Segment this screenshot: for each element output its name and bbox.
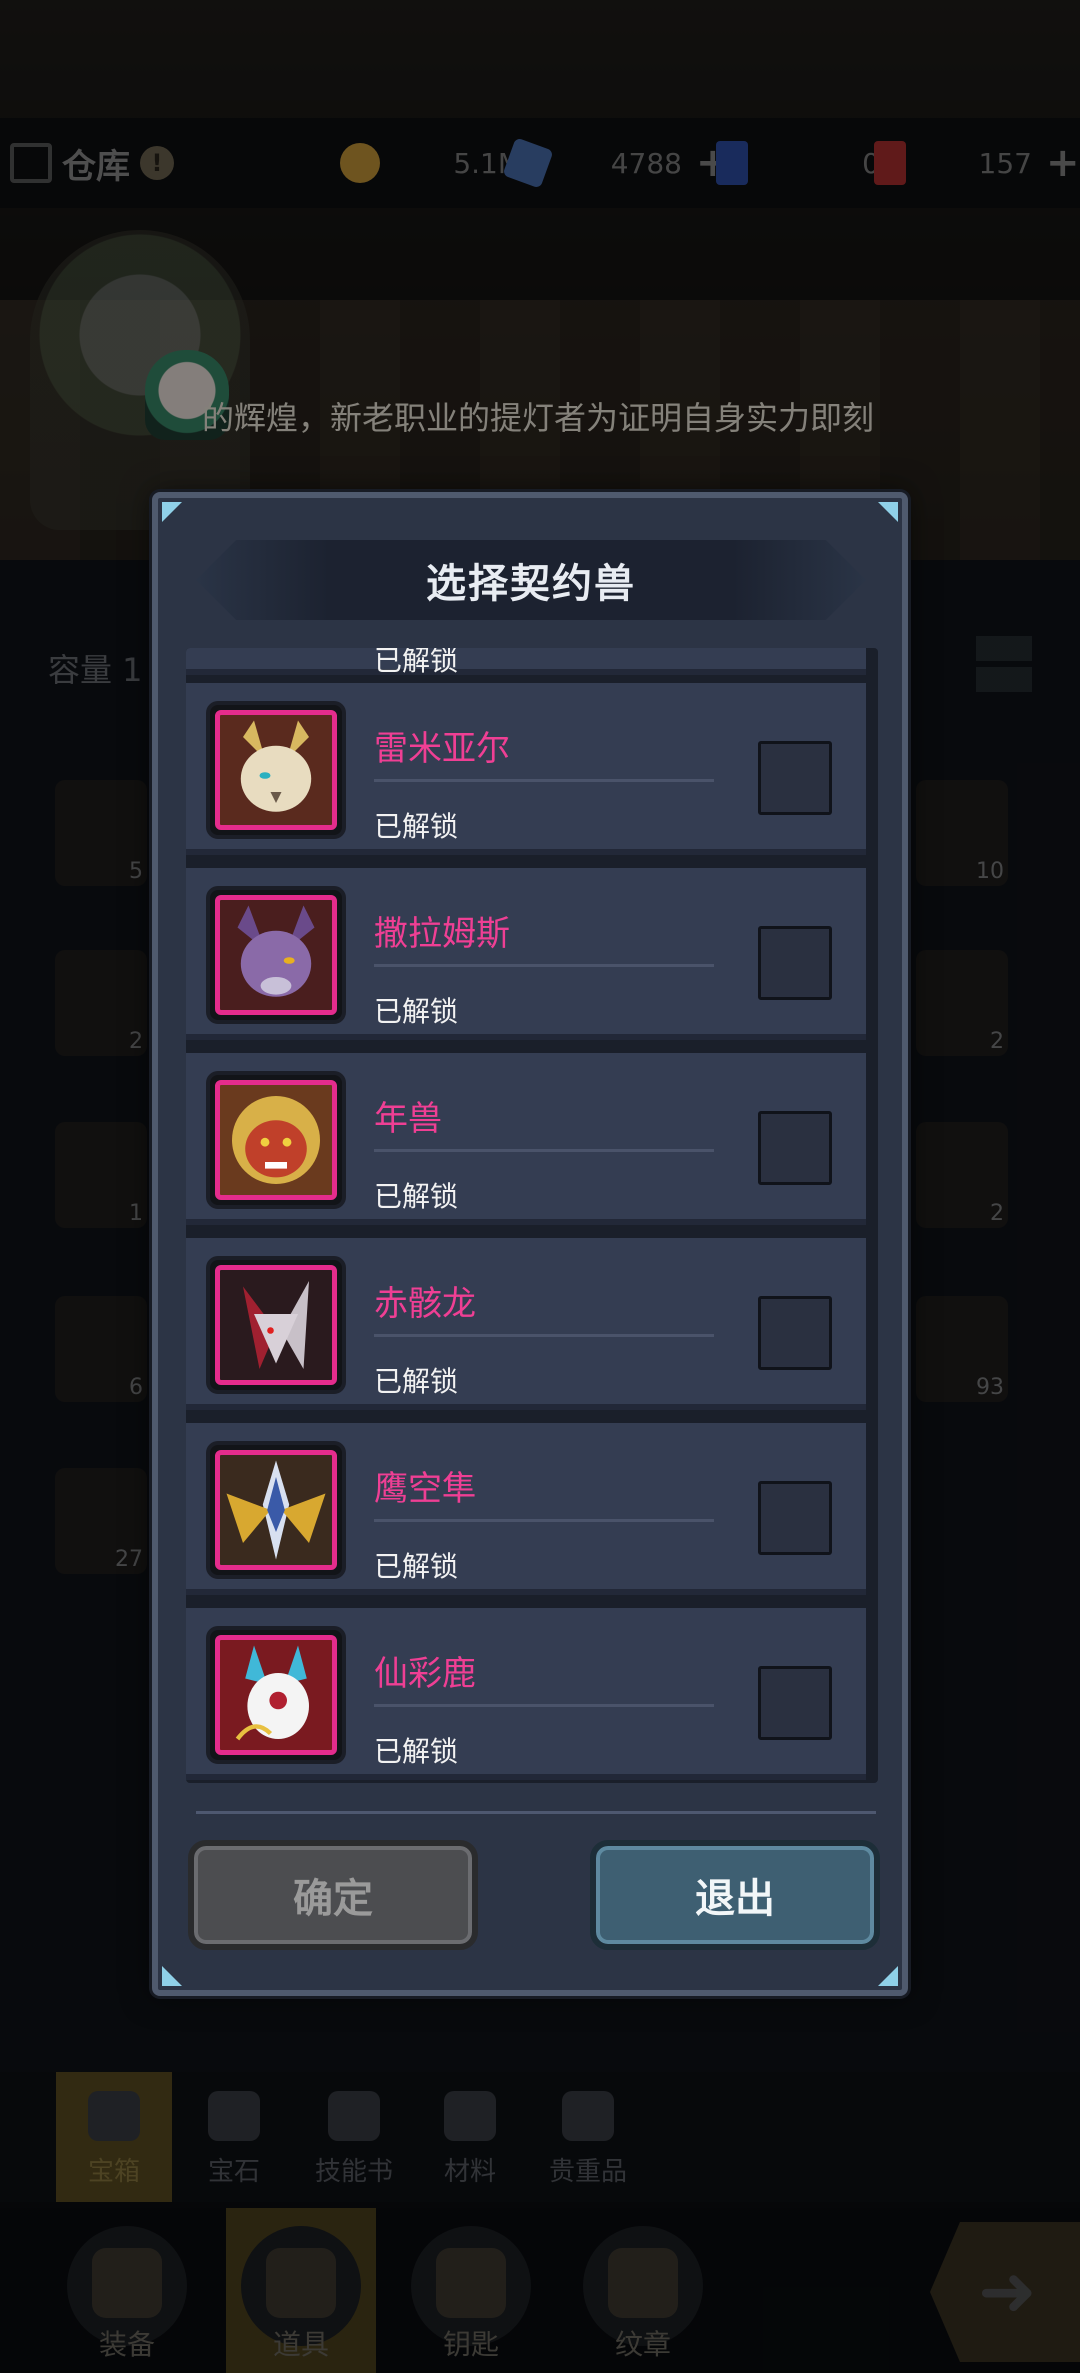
divider-line [374,1334,714,1337]
corner-ornament [878,1966,898,1986]
pet-avatar [206,886,346,1024]
pet-name: 仙彩鹿 [374,1654,476,1694]
divider-line [374,779,714,782]
corner-ornament [162,502,182,522]
pet-name: 鹰空隼 [374,1469,476,1509]
exit-button[interactable]: 退出 [590,1840,880,1950]
pet-status: 已解锁 [374,648,459,677]
pet-avatar [206,1071,346,1209]
pet-name: 年兽 [374,1099,442,1139]
purple-beast-icon [237,905,315,997]
select-checkbox[interactable] [758,1296,832,1370]
rainbow-deer-icon [235,1645,309,1741]
pet-avatar [206,1626,346,1764]
pet-avatar [206,1441,346,1579]
pet-status: 已解锁 [374,1180,459,1213]
pet-name: 雷米亚尔 [374,729,510,769]
sky-falcon-icon [226,1460,326,1560]
footer-divider [196,1811,876,1814]
dialog-title: 选择契约兽 [426,561,636,607]
dialog-header: 选择契约兽 [196,540,866,620]
white-beast-icon [240,720,312,812]
bone-dragon-icon [243,1281,309,1369]
list-item-partial[interactable]: 已解锁 [186,648,866,677]
pet-name: 撒拉姆斯 [374,914,510,954]
select-checkbox[interactable] [758,741,832,815]
pet-status: 已解锁 [374,1365,459,1398]
divider-line [374,1149,714,1152]
corner-ornament [878,502,898,522]
pet-status: 已解锁 [374,1735,459,1768]
select-checkbox[interactable] [758,1481,832,1555]
list-item[interactable]: 年兽 已解锁 [186,1053,866,1225]
list-item[interactable]: 撒拉姆斯 已解锁 [186,868,866,1040]
pet-name: 赤骸龙 [374,1284,476,1324]
list-item[interactable]: 仙彩鹿 已解锁 [186,1608,866,1780]
select-checkbox[interactable] [758,1111,832,1185]
list-item[interactable]: 雷米亚尔 已解锁 [186,683,866,855]
select-contract-beast-dialog: 选择契约兽 已解锁 雷米亚尔 已解锁 撒拉姆斯 已解锁 年兽 已解锁 赤骸龙 已… [152,492,908,1996]
divider-line [374,1704,714,1707]
beast-list[interactable]: 已解锁 雷米亚尔 已解锁 撒拉姆斯 已解锁 年兽 已解锁 赤骸龙 已解锁 鹰空隼… [186,648,878,1783]
pet-avatar [206,701,346,839]
pet-status: 已解锁 [374,995,459,1028]
pet-avatar [206,1256,346,1394]
divider-line [374,1519,714,1522]
list-item[interactable]: 赤骸龙 已解锁 [186,1238,866,1410]
divider-line [374,964,714,967]
pet-status: 已解锁 [374,1550,459,1583]
corner-ornament [162,1966,182,1986]
select-checkbox[interactable] [758,1666,832,1740]
red-lion-icon [232,1096,320,1184]
list-item[interactable]: 鹰空隼 已解锁 [186,1423,866,1595]
select-checkbox[interactable] [758,926,832,1000]
confirm-button[interactable]: 确定 [188,1840,478,1950]
pet-status: 已解锁 [374,810,459,843]
